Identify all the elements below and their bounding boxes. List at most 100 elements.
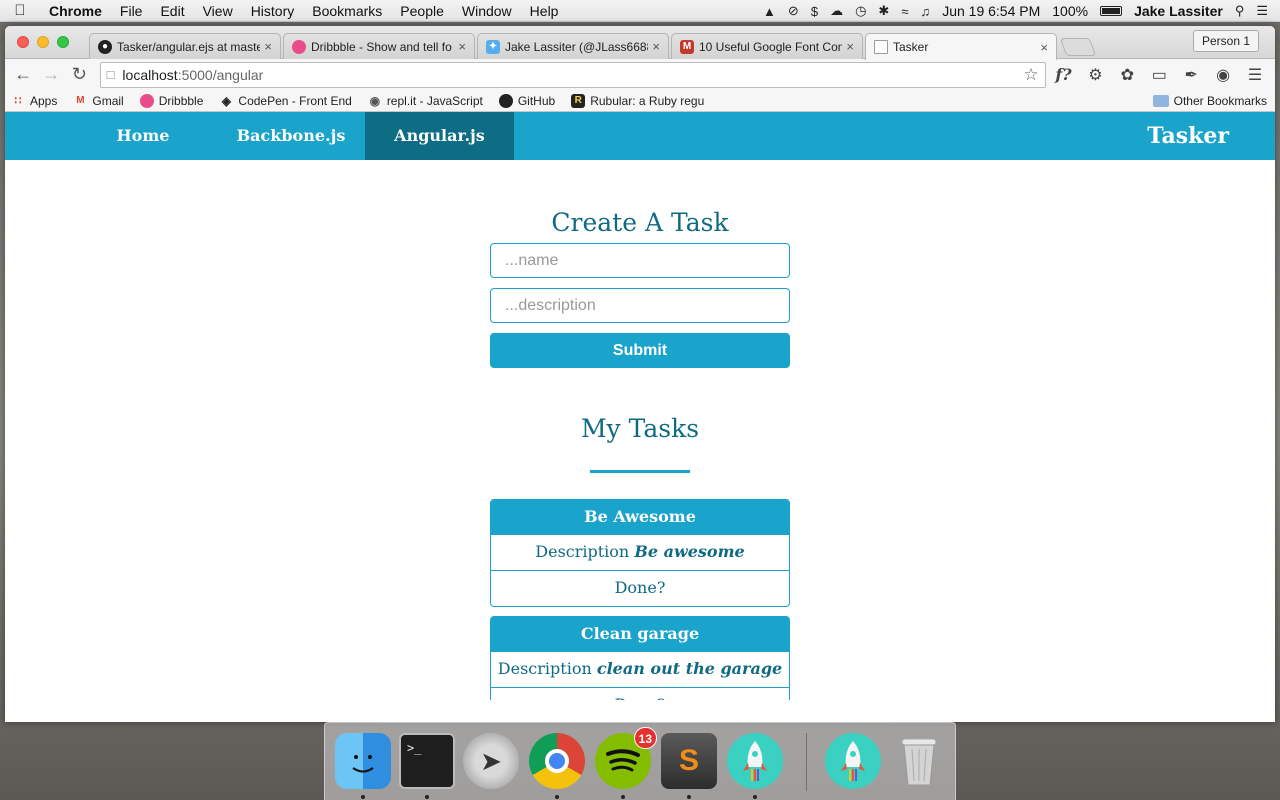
minimize-window-button[interactable] — [37, 36, 49, 48]
clock[interactable]: Jun 19 6:54 PM — [942, 3, 1040, 19]
menu-bookmarks[interactable]: Bookmarks — [303, 3, 391, 19]
close-tab-icon[interactable]: × — [652, 39, 660, 54]
close-tab-icon[interactable]: × — [264, 39, 272, 54]
bug-icon[interactable]: ✿ — [1113, 63, 1141, 87]
app-brand[interactable]: Tasker — [1147, 112, 1229, 160]
menu-edit[interactable]: Edit — [151, 3, 193, 19]
menu-file[interactable]: File — [111, 3, 152, 19]
eyedropper-icon[interactable]: ✒ — [1177, 63, 1205, 87]
nav-home[interactable]: Home — [89, 112, 197, 160]
done-button[interactable]: Done? — [491, 570, 789, 606]
notification-center-icon[interactable]: ☰ — [1256, 3, 1268, 19]
bookmark-star-icon[interactable]: ☆ — [1023, 65, 1038, 85]
trash-icon[interactable] — [891, 733, 947, 789]
close-window-button[interactable] — [17, 36, 29, 48]
chrome-icon[interactable] — [529, 733, 585, 789]
close-tab-icon[interactable]: × — [846, 39, 854, 54]
menu-window[interactable]: Window — [453, 3, 521, 19]
extension-icon[interactable]: ◉ — [1209, 63, 1237, 87]
dribbble-icon — [139, 93, 154, 108]
running-indicator — [555, 795, 559, 799]
other-bookmarks[interactable]: Other Bookmarks — [1152, 93, 1267, 108]
time-machine-icon[interactable]: ◷ — [855, 3, 866, 19]
menu-app[interactable]: Chrome — [40, 3, 111, 19]
rocket-app-icon[interactable] — [727, 733, 783, 789]
tab-tasker[interactable]: Tasker × — [865, 33, 1057, 60]
battery-icon[interactable] — [1100, 6, 1123, 16]
sublime-text-icon[interactable]: S — [661, 733, 717, 789]
menu-help[interactable]: Help — [521, 3, 568, 19]
hat-icon[interactable]: ▲ — [763, 4, 776, 19]
task-card: Clean garage Description clean out the g… — [490, 616, 790, 700]
task-description-row: Description clean out the garage — [491, 651, 789, 687]
volume-icon[interactable]: ♫ — [920, 4, 930, 19]
my-tasks-title: My Tasks — [580, 414, 700, 443]
macos-dock: >_ ➤ 13 S — [324, 722, 956, 800]
new-tab-button[interactable] — [1059, 38, 1097, 56]
chrome-menu-icon[interactable]: ☰ — [1241, 63, 1269, 87]
task-card: Be Awesome Description Be awesome Done? — [490, 499, 790, 607]
bookmark-label: Gmail — [92, 93, 124, 108]
sync-icon[interactable]: ⊘ — [788, 3, 799, 19]
medium-icon: M — [680, 39, 694, 54]
apps-grid-icon: ∷ — [14, 95, 22, 107]
rubular-icon: R — [571, 93, 586, 108]
settings-gear-icon[interactable]: ⚙ — [1081, 63, 1109, 87]
tab-github[interactable]: ● Tasker/angular.ejs at master × — [89, 33, 281, 59]
task-name-input[interactable] — [490, 243, 790, 278]
close-tab-icon[interactable]: × — [458, 39, 466, 54]
launchpad-icon[interactable]: ➤ — [463, 733, 519, 789]
terminal-icon[interactable]: >_ — [399, 733, 455, 789]
nav-angular[interactable]: Angular.js — [365, 112, 514, 160]
back-arrow-icon[interactable]: ← — [11, 63, 35, 87]
tab-medium[interactable]: M 10 Useful Google Font Com × — [671, 33, 863, 59]
tab-twitter[interactable]: ✦ Jake Lassiter (@JLass6688 × — [477, 33, 669, 59]
other-bookmarks-label: Other Bookmarks — [1173, 93, 1267, 108]
bookmark-rubular[interactable]: R Rubular: a Ruby regu — [571, 93, 705, 108]
task-description-input[interactable] — [490, 288, 790, 323]
close-tab-icon[interactable]: × — [1040, 40, 1048, 55]
bookmarks-bar: ∷ Apps M Gmail Dribbble ◈ CodePen - Fron… — [5, 90, 1275, 112]
menu-people[interactable]: People — [391, 3, 453, 19]
spotlight-search-icon[interactable]: ⚲ — [1235, 3, 1245, 19]
tab-dribbble[interactable]: Dribbble - Show and tell fo × — [283, 33, 475, 59]
menu-history[interactable]: History — [242, 3, 304, 19]
whatfont-icon[interactable]: f? — [1050, 63, 1078, 87]
maximize-window-button[interactable] — [57, 36, 69, 48]
bookmark-apps[interactable]: ∷ Apps — [11, 94, 58, 108]
github-icon: ● — [98, 39, 112, 54]
page-info-icon[interactable]: □ — [107, 67, 115, 82]
user-name[interactable]: Jake Lassiter — [1134, 3, 1223, 19]
rocket-app-icon[interactable] — [825, 733, 881, 789]
bookmark-dribbble[interactable]: Dribbble — [139, 93, 203, 108]
bookmark-gmail[interactable]: M Gmail — [73, 93, 124, 108]
spotify-icon[interactable]: 13 — [595, 727, 657, 789]
nav-backbone[interactable]: Backbone.js — [217, 112, 365, 160]
twitter-icon: ✦ — [486, 39, 500, 54]
reload-icon[interactable]: ↻ — [67, 63, 91, 87]
address-bar[interactable]: □ localhost:5000/angular ☆ — [99, 61, 1046, 88]
cloud-icon[interactable]: ☁ — [830, 3, 843, 19]
notification-badge: 13 — [633, 727, 657, 749]
done-button[interactable]: Done? — [491, 687, 789, 700]
bookmark-label: Rubular: a Ruby regu — [590, 93, 705, 108]
menu-view[interactable]: View — [194, 3, 242, 19]
window-controls — [17, 36, 69, 48]
dribbble-icon — [292, 39, 306, 54]
finder-icon[interactable] — [335, 733, 391, 789]
github-icon — [498, 93, 513, 108]
bluetooth-icon[interactable]: ✱ — [878, 3, 889, 19]
apple-menu-icon[interactable]:  — [0, 2, 40, 19]
browser-toolbar: ← → ↻ □ localhost:5000/angular ☆ f? ⚙ ✿ … — [5, 59, 1275, 90]
bookmark-github[interactable]: GitHub — [498, 93, 555, 108]
profile-button[interactable]: Person 1 — [1192, 30, 1259, 52]
cast-icon[interactable]: ▭ — [1145, 63, 1173, 87]
submit-button[interactable]: Submit — [490, 333, 790, 368]
url-path: :5000/angular — [177, 66, 264, 83]
dollar-icon[interactable]: $ — [811, 4, 818, 19]
forward-arrow-icon[interactable]: → — [39, 63, 63, 87]
bookmark-replit[interactable]: ◉ repl.it - JavaScript — [368, 94, 483, 108]
bookmark-codepen[interactable]: ◈ CodePen - Front End — [219, 94, 352, 108]
url-host: localhost — [122, 66, 178, 83]
wifi-icon[interactable]: ≈ — [901, 4, 908, 19]
